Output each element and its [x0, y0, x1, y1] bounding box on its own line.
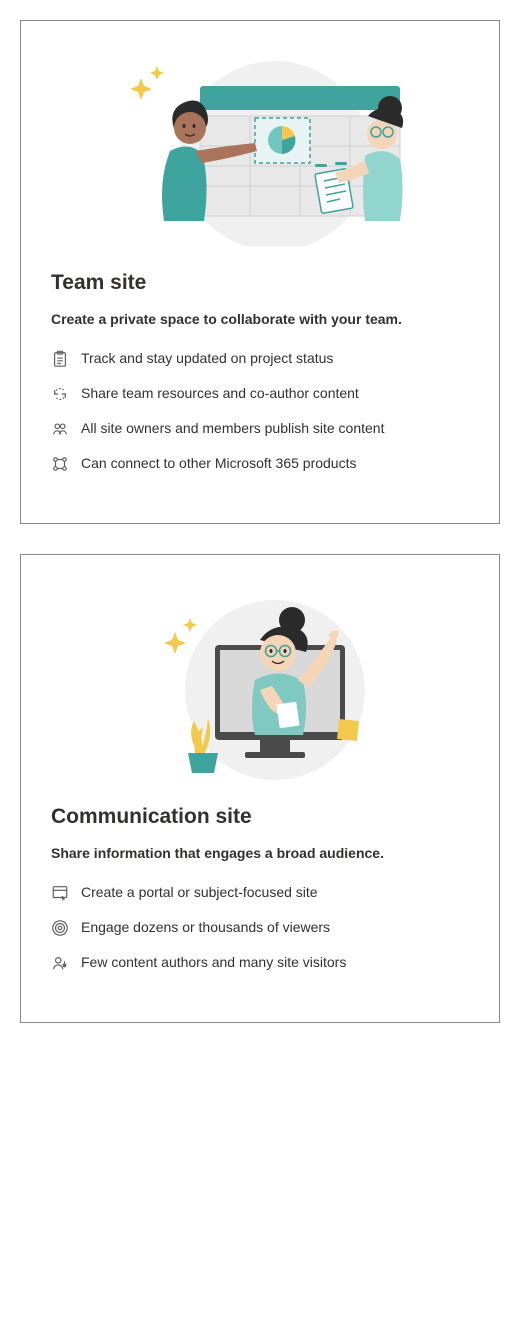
feature-text: Can connect to other Microsoft 365 produ…	[81, 453, 469, 474]
feature-item: Track and stay updated on project status	[51, 348, 469, 369]
feature-item: Engage dozens or thousands of viewers	[51, 917, 469, 938]
sync-icon	[51, 385, 69, 403]
team-site-features: Track and stay updated on project status…	[51, 348, 469, 474]
feature-text: Create a portal or subject-focused site	[81, 882, 469, 903]
clipboard-icon	[51, 350, 69, 368]
feature-text: Few content authors and many site visito…	[81, 952, 469, 973]
communication-site-subtitle: Share information that engages a broad a…	[51, 843, 469, 864]
portal-icon	[51, 884, 69, 902]
feature-text: Engage dozens or thousands of viewers	[81, 917, 469, 938]
broadcast-icon	[51, 919, 69, 937]
people-icon	[51, 420, 69, 438]
feature-item: Create a portal or subject-focused site	[51, 882, 469, 903]
authors-icon	[51, 954, 69, 972]
feature-item: All site owners and members publish site…	[51, 418, 469, 439]
feature-text: All site owners and members publish site…	[81, 418, 469, 439]
connect-icon	[51, 455, 69, 473]
team-site-title: Team site	[51, 271, 469, 295]
feature-item: Share team resources and co-author conte…	[51, 383, 469, 404]
team-site-subtitle: Create a private space to collaborate wi…	[51, 309, 469, 330]
communication-site-card[interactable]: Communication site Share information tha…	[20, 554, 500, 1023]
team-site-card[interactable]: Team site Create a private space to coll…	[20, 20, 500, 524]
feature-text: Share team resources and co-author conte…	[81, 383, 469, 404]
communication-site-title: Communication site	[51, 805, 469, 829]
feature-item: Can connect to other Microsoft 365 produ…	[51, 453, 469, 474]
feature-text: Track and stay updated on project status	[81, 348, 469, 369]
team-site-illustration	[51, 51, 469, 251]
communication-site-features: Create a portal or subject-focused site …	[51, 882, 469, 973]
communication-site-illustration	[51, 585, 469, 785]
feature-item: Few content authors and many site visito…	[51, 952, 469, 973]
